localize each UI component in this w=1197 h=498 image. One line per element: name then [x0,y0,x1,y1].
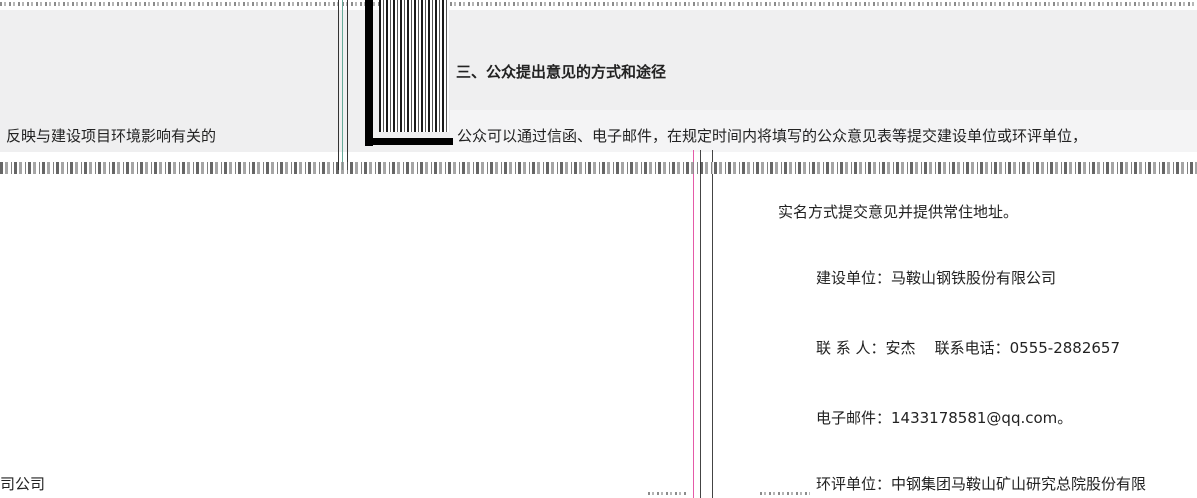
garbled-top-line [0,2,1197,6]
realname-line: 实名方式提交意见并提供常住地址。 [778,203,1019,221]
intro-paragraph-line: 公众可以通过信函、电子邮件，在规定时间内将填写的公众意见表等提交建设单位或环评单… [457,127,1088,145]
construction-unit-line: 建设单位：马鞍山钢铁股份有限公司 [816,269,1057,287]
garbled-text-line [0,162,1197,174]
vertical-rule [693,150,694,498]
bottom-left-fragment: 司公司 [0,475,46,493]
vertical-rule [700,150,701,498]
vertical-rule [347,0,348,170]
contact-line: 联 系 人：安杰 联系电话：0555-2882657 [816,339,1121,357]
vertical-rule [338,0,339,170]
left-text-fragment: 反映与建设项目环境影响有关的 [6,127,217,145]
garbled-mark [648,492,688,495]
garbled-mark [760,492,810,495]
evaluation-unit-line: 环评单位：中钢集团马鞍山矿山研究总院股份有限 [816,475,1147,493]
email-line: 电子邮件：1433178581@qq.com。 [816,409,1073,427]
dark-bracket-block [365,0,453,146]
top-gray-band [0,10,1197,110]
document-page: { "section_heading": "三、公众提出意见的方式和途径", "… [0,0,1197,498]
section-heading: 三、公众提出意见的方式和途径 [456,63,667,81]
vertical-rule [712,150,713,498]
vertical-rule [342,0,343,170]
